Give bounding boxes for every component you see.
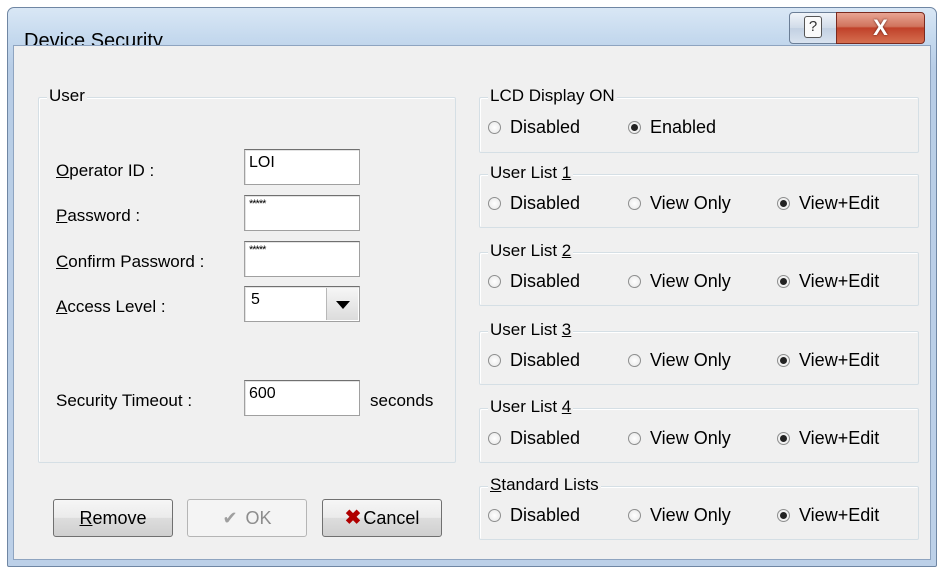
user-group-legend: User <box>47 86 87 106</box>
help-button[interactable]: ? <box>789 12 837 44</box>
security-timeout-label: Security Timeout : <box>56 391 193 410</box>
lcd-disabled-radio[interactable]: Disabled <box>488 117 580 138</box>
chevron-down-icon[interactable] <box>326 288 358 320</box>
user-list-3-legend: User List 3 <box>488 320 574 340</box>
user-list-3-view-only-radio[interactable]: View Only <box>628 350 731 371</box>
password-label: Password : <box>56 206 141 225</box>
help-icon: ? <box>804 16 822 38</box>
ok-button[interactable]: ✔ OK <box>187 499 307 537</box>
user-list-2-view-only-radio[interactable]: View Only <box>628 271 731 292</box>
dialog-client-area: User Operator ID : LOI Password : ***** … <box>13 45 931 560</box>
confirm-password-input[interactable]: ***** <box>244 241 360 277</box>
lcd-display-legend: LCD Display ON <box>488 86 617 106</box>
lcd-enabled-radio[interactable]: Enabled <box>628 117 716 138</box>
user-list-2-view-edit-radio[interactable]: View+Edit <box>777 271 879 292</box>
remove-button[interactable]: Remove <box>53 499 173 537</box>
user-list-3-group: User List 3 Disabled View Only View+Edit <box>479 320 919 385</box>
confirm-password-label: Confirm Password : <box>56 252 205 271</box>
standard-lists-group: Standard Lists Disabled View Only View+E… <box>479 475 919 540</box>
security-timeout-input[interactable]: 600 <box>244 380 360 416</box>
close-icon: X <box>873 15 888 40</box>
access-level-label: Access Level : <box>56 297 166 316</box>
user-list-1-group: User List 1 Disabled View Only View+Edit <box>479 163 919 228</box>
standard-lists-disabled-radio[interactable]: Disabled <box>488 505 580 526</box>
standard-lists-view-edit-radio[interactable]: View+Edit <box>777 505 879 526</box>
lcd-display-group: LCD Display ON Disabled Enabled <box>479 86 919 153</box>
user-list-4-group: User List 4 Disabled View Only View+Edit <box>479 397 919 463</box>
user-list-2-group: User List 2 Disabled View Only View+Edit <box>479 241 919 306</box>
operator-id-label: Operator ID : <box>56 161 155 180</box>
access-level-select[interactable]: 5 <box>244 286 360 322</box>
user-list-1-legend: User List 1 <box>488 163 574 183</box>
user-list-4-legend: User List 4 <box>488 397 574 417</box>
standard-lists-legend: Standard Lists <box>488 475 601 495</box>
user-list-3-view-edit-radio[interactable]: View+Edit <box>777 350 879 371</box>
user-list-4-disabled-radio[interactable]: Disabled <box>488 428 580 449</box>
standard-lists-view-only-radio[interactable]: View Only <box>628 505 731 526</box>
user-list-4-view-only-radio[interactable]: View Only <box>628 428 731 449</box>
access-level-value: 5 <box>251 291 260 308</box>
checkmark-icon: ✔ <box>222 508 238 528</box>
operator-id-input[interactable]: LOI <box>244 149 360 185</box>
user-list-2-disabled-radio[interactable]: Disabled <box>488 271 580 292</box>
close-button[interactable]: X <box>836 12 925 44</box>
user-list-4-view-edit-radio[interactable]: View+Edit <box>777 428 879 449</box>
user-list-1-view-only-radio[interactable]: View Only <box>628 193 731 214</box>
cancel-x-icon: ✖ <box>344 507 362 529</box>
user-list-1-view-edit-radio[interactable]: View+Edit <box>777 193 879 214</box>
password-input[interactable]: ***** <box>244 195 360 231</box>
user-list-1-disabled-radio[interactable]: Disabled <box>488 193 580 214</box>
device-security-dialog: Device Security ? X User Operator ID : L… <box>7 7 937 567</box>
seconds-unit-label: seconds <box>370 391 434 410</box>
user-list-2-legend: User List 2 <box>488 241 574 261</box>
cancel-button[interactable]: ✖ Cancel <box>322 499 442 537</box>
user-list-3-disabled-radio[interactable]: Disabled <box>488 350 580 371</box>
